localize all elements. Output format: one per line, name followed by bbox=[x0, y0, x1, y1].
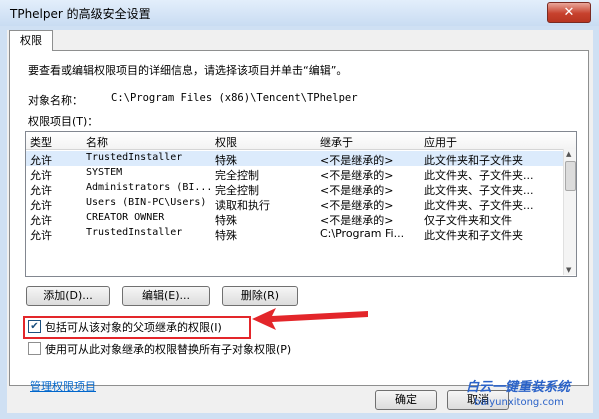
tab-permissions[interactable]: 权限 bbox=[9, 30, 53, 51]
object-name-label: 对象名称： bbox=[28, 94, 83, 107]
dialog-body: 权限 要查看或编辑权限项目的详细信息，请选择该项目并单击“编辑”。 对象名称： … bbox=[7, 30, 593, 413]
watermark-logo: 白云一键重装系统 bbox=[466, 380, 571, 395]
inherit-permissions-label: 包括可从该对象的父项继承的权限(I) bbox=[45, 321, 222, 334]
column-header-permission[interactable]: 权限 bbox=[215, 134, 237, 150]
cell-name: Administrators (BI... bbox=[86, 182, 212, 193]
cell-name: SYSTEM bbox=[86, 167, 123, 178]
table-row[interactable]: 允许 TrustedInstaller 特殊 C:\Program Fi... … bbox=[26, 226, 563, 242]
edit-button[interactable]: 编辑(E)... bbox=[122, 286, 210, 306]
table-row[interactable]: 允许 Users (BIN-PC\Users) 读取和执行 <不是继承的> 此文… bbox=[26, 196, 563, 212]
instructions-text: 要查看或编辑权限项目的详细信息，请选择该项目并单击“编辑”。 bbox=[28, 64, 348, 77]
title-bar: TPhelper 的高级安全设置 ✕ bbox=[0, 0, 599, 26]
cell-applies-to: 此文件夹和子文件夹 bbox=[424, 229, 523, 242]
permission-entries-list[interactable]: 类型 名称 权限 继承于 应用于 允许 TrustedInstaller 特殊 … bbox=[25, 131, 577, 277]
permissions-panel: 要查看或编辑权限项目的详细信息，请选择该项目并单击“编辑”。 对象名称： C:\… bbox=[9, 50, 589, 393]
table-row[interactable]: 允许 TrustedInstaller 特殊 <不是继承的> 此文件夹和子文件夹 bbox=[26, 151, 563, 167]
column-header-inherited-from[interactable]: 继承于 bbox=[320, 134, 353, 150]
red-arrow-icon bbox=[252, 308, 368, 330]
list-header: 类型 名称 权限 继承于 应用于 bbox=[26, 132, 576, 150]
advanced-security-settings-window: TPhelper 的高级安全设置 ✕ 权限 要查看或编辑权限项目的详细信息，请选… bbox=[0, 0, 599, 419]
cell-inherited-from: C:\Program Fi... bbox=[320, 227, 405, 240]
cell-name: Users (BIN-PC\Users) bbox=[86, 197, 207, 208]
window-title: TPhelper 的高级安全设置 bbox=[10, 7, 151, 21]
checkbox-unchecked-icon[interactable] bbox=[28, 342, 41, 355]
close-button[interactable]: ✕ bbox=[547, 2, 591, 23]
column-header-type[interactable]: 类型 bbox=[30, 134, 52, 150]
table-row[interactable]: 允许 Administrators (BI... 完全控制 <不是继承的> 此文… bbox=[26, 181, 563, 197]
permission-entries-label: 权限项目(T)： bbox=[28, 115, 99, 128]
replace-child-permissions-label: 使用可从此对象继承的权限替换所有子对象权限(P) bbox=[45, 343, 292, 356]
cell-permission: 特殊 bbox=[215, 229, 237, 242]
column-header-applies-to[interactable]: 应用于 bbox=[424, 134, 457, 150]
delete-button[interactable]: 删除(R) bbox=[222, 286, 298, 306]
scroll-thumb[interactable] bbox=[565, 161, 576, 191]
table-row[interactable]: 允许 SYSTEM 完全控制 <不是继承的> 此文件夹、子文件夹... bbox=[26, 166, 563, 182]
cell-name: TrustedInstaller bbox=[86, 227, 183, 238]
scroll-up-icon[interactable]: ▲ bbox=[566, 150, 571, 158]
cell-type: 允许 bbox=[30, 229, 52, 242]
vertical-scrollbar[interactable]: ▲ ▼ bbox=[563, 149, 576, 275]
manage-permissions-link[interactable]: 管理权限项目 bbox=[30, 378, 96, 394]
scroll-down-icon[interactable]: ▼ bbox=[566, 266, 571, 274]
add-button[interactable]: 添加(D)... bbox=[26, 286, 110, 306]
table-row[interactable]: 允许 CREATOR OWNER 特殊 <不是继承的> 仅子文件夹和文件 bbox=[26, 211, 563, 227]
ok-button[interactable]: 确定 bbox=[375, 390, 437, 410]
object-name-value: C:\Program Files (x86)\Tencent\TPhelper bbox=[111, 92, 358, 104]
cell-name: TrustedInstaller bbox=[86, 152, 183, 163]
checkbox-checked-icon[interactable]: ✔ bbox=[28, 320, 41, 333]
cell-name: CREATOR OWNER bbox=[86, 212, 165, 223]
watermark-url: baiyunxitong.com bbox=[474, 397, 564, 408]
column-header-name[interactable]: 名称 bbox=[86, 134, 108, 150]
